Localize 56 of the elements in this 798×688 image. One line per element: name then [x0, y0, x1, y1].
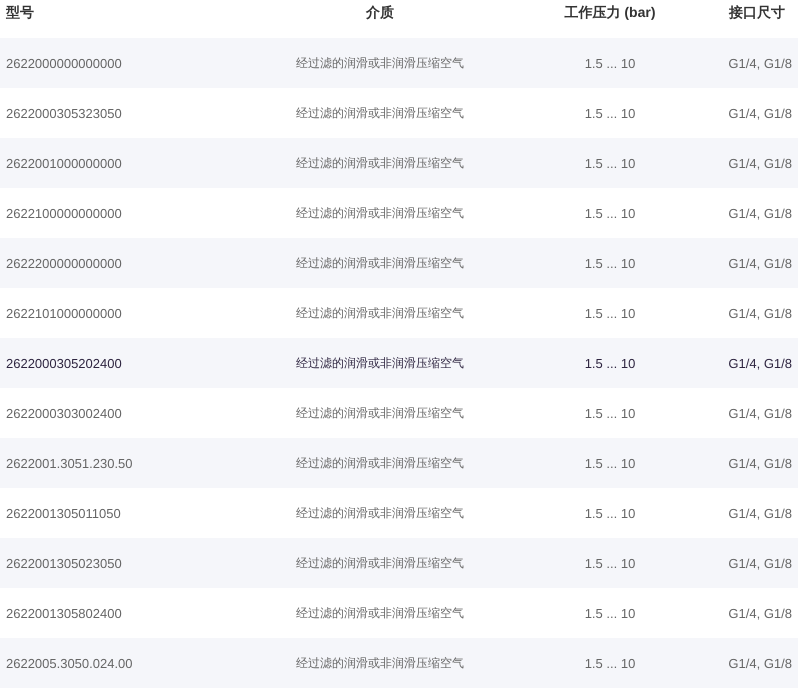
table-cell: G1/4, G1/8: [728, 656, 792, 670]
column-header: 介质: [366, 4, 394, 22]
table-cell: 2622001305011050: [6, 506, 121, 520]
table-cell: 2622100000000000: [6, 206, 122, 220]
column-header: 型号: [6, 4, 34, 22]
table-cell: 1.5 ... 10: [584, 356, 636, 370]
table-cell: 经过滤的润滑或非润滑压缩空气: [296, 654, 464, 672]
table-cell: G1/4, G1/8: [728, 406, 792, 420]
table-cell: 1.5 ... 10: [584, 456, 636, 470]
table-cell: 2622000000000000: [6, 56, 122, 70]
table-cell: 1.5 ... 10: [584, 656, 636, 670]
table-cell: 经过滤的润滑或非润滑压缩空气: [296, 304, 464, 322]
table-cell: 1.5 ... 10: [584, 606, 636, 620]
table-cell: 经过滤的润滑或非润滑压缩空气: [296, 154, 464, 172]
table-cell: 2622001305023050: [6, 556, 122, 570]
table-cell: G1/4, G1/8: [728, 456, 792, 470]
table-cell: G1/4, G1/8: [728, 606, 792, 620]
table-cell: 经过滤的润滑或非润滑压缩空气: [296, 204, 464, 222]
table-cell: 2622000305323050: [6, 106, 122, 120]
table-cell: G1/4, G1/8: [728, 156, 792, 170]
table-cell: 1.5 ... 10: [584, 306, 636, 320]
table-cell: G1/4, G1/8: [728, 206, 792, 220]
table-cell: 2622200000000000: [6, 256, 122, 270]
table-cell: 经过滤的润滑或非润滑压缩空气: [296, 104, 464, 122]
table-cell: 2622001305802400: [6, 606, 122, 620]
table-cell: 经过滤的润滑或非润滑压缩空气: [296, 54, 464, 72]
table-cell: 经过滤的润滑或非润滑压缩空气: [296, 604, 464, 622]
table-cell: 1.5 ... 10: [584, 556, 636, 570]
column-header: 接口尺寸: [729, 4, 785, 22]
table-cell: G1/4, G1/8: [728, 256, 792, 270]
column-header: 工作压力 (bar): [564, 4, 656, 22]
table-cell: G1/4, G1/8: [728, 106, 792, 120]
table-cell: 1.5 ... 10: [584, 506, 636, 520]
table-cell: 1.5 ... 10: [584, 206, 636, 220]
table-cell: G1/4, G1/8: [728, 306, 792, 320]
table-cell: G1/4, G1/8: [728, 506, 792, 520]
table-cell: 经过滤的润滑或非润滑压缩空气: [296, 454, 464, 472]
table-cell: 2622000303002400: [6, 406, 122, 420]
table-cell: G1/4, G1/8: [728, 56, 792, 70]
table-cell: G1/4, G1/8: [728, 556, 792, 570]
table-cell: 1.5 ... 10: [584, 406, 636, 420]
table-cell: 2622101000000000: [6, 306, 122, 320]
table-cell: 2622000305202400: [6, 356, 122, 370]
table-cell: 1.5 ... 10: [584, 56, 636, 70]
table-cell: 经过滤的润滑或非润滑压缩空气: [296, 354, 464, 372]
table-cell: 1.5 ... 10: [584, 106, 636, 120]
table-cell: 2622001000000000: [6, 156, 122, 170]
table-cell: 经过滤的润滑或非润滑压缩空气: [296, 554, 464, 572]
table-cell: 经过滤的润滑或非润滑压缩空气: [296, 504, 464, 522]
table-cell: 2622005.3050.024.00: [6, 656, 133, 670]
table-cell: 1.5 ... 10: [584, 156, 636, 170]
table-cell: 1.5 ... 10: [584, 256, 636, 270]
table-cell: 2622001.3051.230.50: [6, 456, 133, 470]
table-cell: 经过滤的润滑或非润滑压缩空气: [296, 254, 464, 272]
table-cell: G1/4, G1/8: [728, 356, 792, 370]
table-cell: 经过滤的润滑或非润滑压缩空气: [296, 404, 464, 422]
